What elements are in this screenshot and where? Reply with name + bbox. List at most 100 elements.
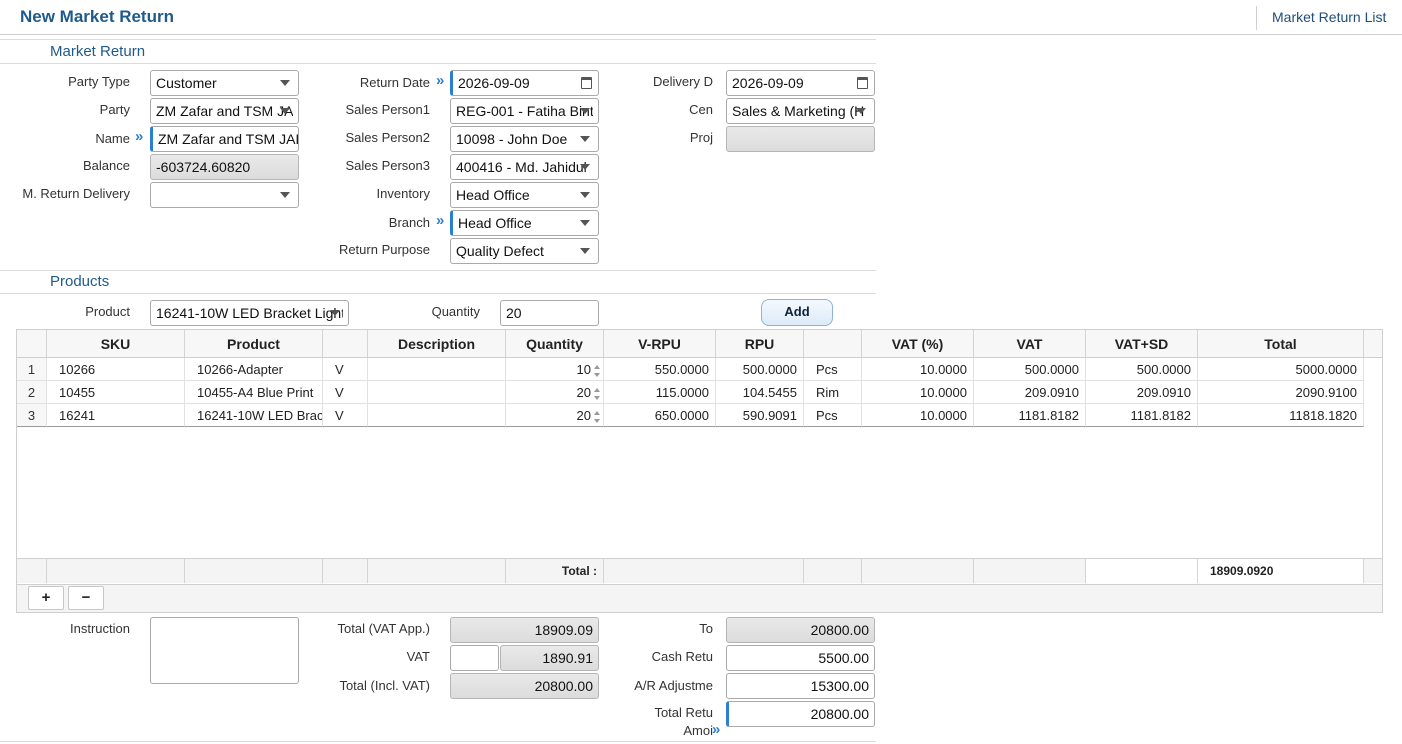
- cell-unit[interactable]: Pcs: [804, 358, 862, 381]
- add-row-button[interactable]: +: [28, 586, 64, 610]
- cell-product[interactable]: 10266-Adapter: [185, 358, 323, 381]
- sales-person2-select[interactable]: 10098 - John Doe: [450, 126, 599, 152]
- sales-person1-value: REG-001 - Fatiha Bint: [456, 103, 593, 119]
- grid-header-rpu[interactable]: RPU: [716, 330, 804, 358]
- cell-total[interactable]: 5000.0000: [1198, 358, 1364, 381]
- instruction-textarea[interactable]: [150, 617, 299, 684]
- grid-header-vat-pct[interactable]: VAT (%): [862, 330, 974, 358]
- balance-field: -603724.60820: [150, 154, 299, 180]
- product-select[interactable]: 16241-10W LED Bracket Light: [150, 300, 349, 326]
- cell-description[interactable]: [368, 381, 506, 404]
- section-title-market-return: Market Return: [50, 43, 146, 60]
- sales-person3-select[interactable]: 400416 - Md. Jahidul: [450, 154, 599, 180]
- required-indicator-icon: »: [436, 212, 445, 229]
- inventory-select[interactable]: Head Office: [450, 182, 599, 208]
- row-number: 1: [17, 358, 47, 381]
- cell-sku[interactable]: 10266: [47, 358, 185, 381]
- cell-vat-sd[interactable]: 500.0000: [1086, 358, 1198, 381]
- cell-product[interactable]: 16241-10W LED Brac: [185, 404, 323, 427]
- grid-header-product[interactable]: Product: [185, 330, 323, 358]
- m-return-delivery-select[interactable]: [150, 182, 299, 208]
- grid-header-v[interactable]: [323, 330, 368, 358]
- cell-total[interactable]: 2090.9100: [1198, 381, 1364, 404]
- cell-unit[interactable]: Pcs: [804, 404, 862, 427]
- market-return-list-link[interactable]: Market Return List: [1272, 9, 1386, 25]
- cell-vrpu[interactable]: 650.0000: [604, 404, 716, 427]
- grid-total-cell: [974, 558, 1086, 583]
- name-field[interactable]: ZM Zafar and TSM JALIL: [150, 126, 299, 152]
- return-date-field[interactable]: 2026-09-09: [450, 70, 599, 96]
- party-select[interactable]: ZM Zafar and TSM JA: [150, 98, 299, 124]
- cell-vrpu[interactable]: 115.0000: [604, 381, 716, 404]
- cell-vat-pct[interactable]: 10.0000: [862, 381, 974, 404]
- cell-vat[interactable]: 209.0910: [974, 381, 1086, 404]
- delivery-date-field[interactable]: 2026-09-09: [726, 70, 875, 96]
- cell-vrpu[interactable]: 550.0000: [604, 358, 716, 381]
- cell-v[interactable]: V: [323, 358, 368, 381]
- spinner-icon[interactable]: [593, 410, 601, 423]
- grid-header-description[interactable]: Description: [368, 330, 506, 358]
- grid-header-rownum: [17, 330, 47, 358]
- grid-total-cell: [17, 558, 47, 583]
- cell-unit[interactable]: Rim: [804, 381, 862, 404]
- cell-quantity[interactable]: 20: [506, 404, 604, 427]
- grid-header-quantity[interactable]: Quantity: [506, 330, 604, 358]
- vat-label: VAT: [406, 649, 430, 664]
- total-return-field[interactable]: 20800.00: [726, 701, 875, 727]
- cash-return-field[interactable]: 5500.00: [726, 645, 875, 671]
- cost-center-select[interactable]: Sales & Marketing (H: [726, 98, 875, 124]
- cell-vat[interactable]: 1181.8182: [974, 404, 1086, 427]
- vat-input[interactable]: [450, 645, 499, 671]
- grid-header-vat-sd[interactable]: VAT+SD: [1086, 330, 1198, 358]
- grid-header-unit[interactable]: [804, 330, 862, 358]
- cell-sku[interactable]: 16241: [47, 404, 185, 427]
- chevron-down-icon: [280, 108, 290, 114]
- project-label: Proj: [689, 130, 713, 145]
- chevron-down-icon: [280, 192, 290, 198]
- cell-v[interactable]: V: [323, 404, 368, 427]
- total-field: 20800.00: [726, 617, 875, 643]
- cell-quantity[interactable]: 10: [506, 358, 604, 381]
- spinner-icon[interactable]: [593, 364, 601, 377]
- total-incl-vat-label: Total (Incl. VAT): [339, 678, 430, 693]
- grid-header-sku[interactable]: SKU: [47, 330, 185, 358]
- ar-adjustment-field[interactable]: 15300.00: [726, 673, 875, 699]
- name-label: Name: [95, 131, 130, 146]
- branch-select[interactable]: Head Office: [450, 210, 599, 236]
- header-divider: [1256, 6, 1257, 30]
- return-purpose-select[interactable]: Quality Defect: [450, 238, 599, 264]
- total-return-label: Total Retu: [654, 705, 713, 720]
- grid-header-vat[interactable]: VAT: [974, 330, 1086, 358]
- remove-row-button[interactable]: −: [68, 586, 104, 610]
- grid-total-cell: [804, 558, 862, 583]
- cell-description[interactable]: [368, 358, 506, 381]
- calendar-icon[interactable]: [581, 77, 592, 89]
- quantity-input[interactable]: 20: [500, 300, 599, 326]
- grid-header-vrpu[interactable]: V-RPU: [604, 330, 716, 358]
- cell-vat-sd[interactable]: 209.0910: [1086, 381, 1198, 404]
- cell-quantity[interactable]: 20: [506, 381, 604, 404]
- return-purpose-label: Return Purpose: [338, 242, 430, 257]
- cell-rpu[interactable]: 104.5455: [716, 381, 804, 404]
- add-button[interactable]: Add: [761, 299, 833, 326]
- cell-product[interactable]: 10455-A4 Blue Print: [185, 381, 323, 404]
- total-incl-vat-field: 20800.00: [450, 673, 599, 699]
- spinner-icon[interactable]: [593, 387, 601, 400]
- cell-vat-pct[interactable]: 10.0000: [862, 358, 974, 381]
- sales-person2-value: 10098 - John Doe: [456, 131, 568, 147]
- section-divider: [0, 293, 876, 294]
- cell-v[interactable]: V: [323, 381, 368, 404]
- cell-total[interactable]: 11818.1820: [1198, 404, 1364, 427]
- party-type-select[interactable]: Customer: [150, 70, 299, 96]
- grid-header-total[interactable]: Total: [1198, 330, 1364, 358]
- cell-vat-pct[interactable]: 10.0000: [862, 404, 974, 427]
- cell-vat-sd[interactable]: 1181.8182: [1086, 404, 1198, 427]
- cell-rpu[interactable]: 590.9091: [716, 404, 804, 427]
- cell-description[interactable]: [368, 404, 506, 427]
- cell-vat[interactable]: 500.0000: [974, 358, 1086, 381]
- calendar-icon[interactable]: [857, 77, 868, 89]
- cell-rpu[interactable]: 500.0000: [716, 358, 804, 381]
- cell-sku[interactable]: 10455: [47, 381, 185, 404]
- section-divider-top: [0, 39, 876, 40]
- sales-person1-select[interactable]: REG-001 - Fatiha Bint: [450, 98, 599, 124]
